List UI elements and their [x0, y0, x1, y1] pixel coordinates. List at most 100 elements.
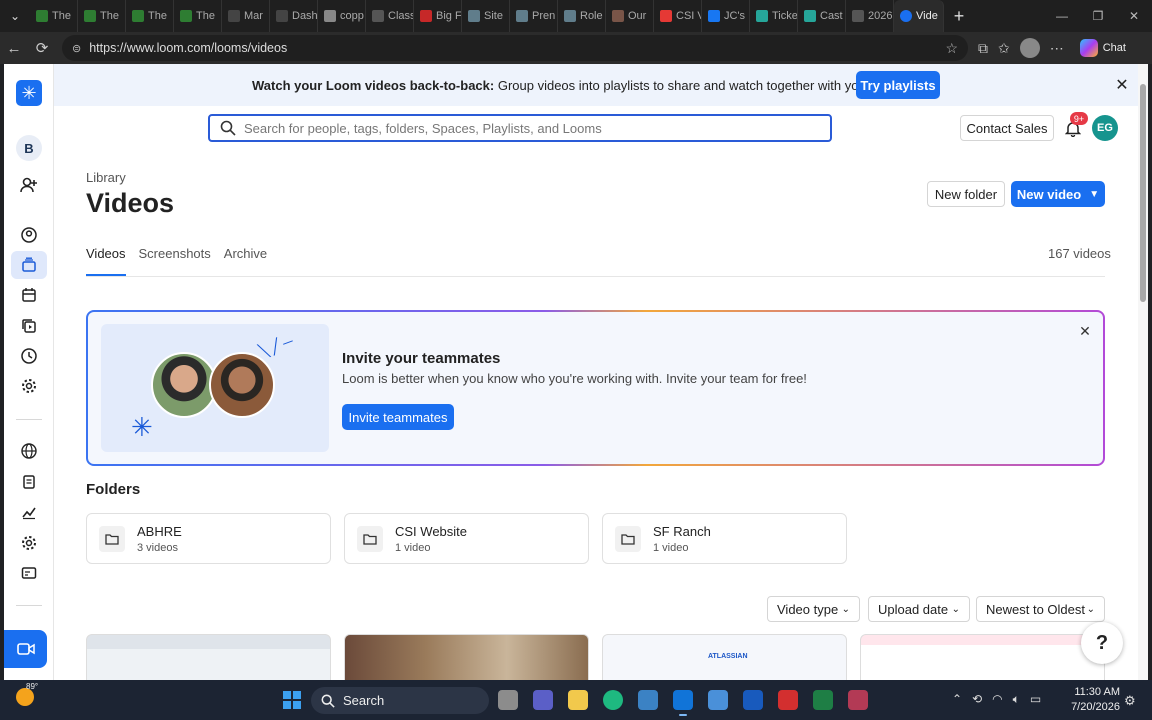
task-view-icon[interactable] [498, 690, 518, 710]
help-question-icon[interactable]: ? [1081, 622, 1123, 664]
sync-icon[interactable]: ⟲ [972, 692, 982, 707]
site-info-icon[interactable]: ⊜ [72, 42, 81, 55]
browser-tab[interactable]: JC's [702, 0, 750, 32]
teams-icon[interactable] [533, 690, 553, 710]
weather-widget[interactable]: 89° [16, 682, 38, 706]
notification-count-badge: 9+ [1070, 112, 1088, 125]
browser-tab[interactable]: The [174, 0, 222, 32]
billing-card-icon[interactable] [17, 562, 41, 584]
clock-icon[interactable] [17, 345, 41, 367]
tab-videos[interactable]: Videos [86, 244, 126, 276]
video-thumbnail[interactable] [344, 634, 589, 680]
video-thumbnail[interactable] [860, 634, 1105, 680]
excel-icon[interactable] [813, 690, 833, 710]
new-video-label: New video [1016, 186, 1082, 202]
documents-icon[interactable] [17, 471, 41, 493]
browser-tab[interactable]: The [78, 0, 126, 32]
taskbar-search[interactable]: Search [311, 687, 489, 714]
admin-settings-icon[interactable] [17, 532, 41, 554]
tab-archive[interactable]: Archive [224, 244, 267, 276]
copilot-chat-button[interactable]: Chat [1079, 39, 1126, 57]
browser-tab[interactable]: Mar [222, 0, 270, 32]
spaces-icon[interactable] [17, 315, 41, 337]
more-menu-icon[interactable]: ⋯ [1050, 40, 1064, 57]
tab-actions-chevron-icon[interactable]: ⌄ [0, 0, 30, 32]
system-clock[interactable]: 11:30 AM 7/20/2026 [1070, 685, 1120, 715]
file-explorer-icon[interactable] [568, 690, 588, 710]
settings-gear-icon[interactable] [17, 375, 41, 397]
library-icon[interactable] [11, 251, 47, 279]
contact-sales-button[interactable]: Contact Sales [960, 115, 1054, 141]
add-user-icon[interactable] [17, 174, 41, 196]
user-circle-icon[interactable] [17, 224, 41, 246]
user-avatar[interactable]: EG [1092, 115, 1118, 141]
new-tab-button[interactable]: + [944, 6, 974, 27]
browser-tab[interactable]: Pren [510, 0, 558, 32]
browser-tab[interactable]: 2026 [846, 0, 894, 32]
minimize-icon[interactable]: — [1044, 0, 1080, 32]
close-banner-icon[interactable]: ✕ [1112, 75, 1132, 95]
scrollbar-thumb[interactable] [1140, 84, 1146, 302]
video-thumbnail[interactable] [86, 634, 331, 680]
chevron-up-icon[interactable]: ⌃ [952, 692, 962, 707]
word-icon[interactable] [743, 690, 763, 710]
try-playlists-button[interactable]: Try playlists [856, 71, 940, 99]
search-bar[interactable] [208, 114, 832, 142]
outlook-icon[interactable] [673, 690, 693, 716]
video-type-filter[interactable]: Video type ⌄ [767, 596, 860, 622]
close-invite-card-icon[interactable]: ✕ [1076, 322, 1094, 340]
acrobat-icon[interactable] [778, 690, 798, 710]
browser-tab[interactable]: Site [462, 0, 510, 32]
url-field[interactable]: ⊜ https://www.loom.com/looms/videos ☆ [62, 35, 968, 61]
video-thumbnail[interactable]: ATLASSIAN [602, 634, 847, 680]
record-video-button[interactable] [4, 630, 47, 668]
close-window-icon[interactable]: ✕ [1116, 0, 1152, 32]
tab-screenshots[interactable]: Screenshots [139, 244, 211, 276]
page-scrollbar[interactable] [1138, 64, 1148, 680]
profile-avatar-icon[interactable] [1019, 38, 1040, 58]
back-arrow-icon[interactable]: ← [0, 34, 28, 62]
invite-teammates-button[interactable]: Invite teammates [342, 404, 454, 430]
calendar-icon[interactable] [17, 284, 41, 306]
folder-card[interactable]: ABHRE 3 videos [86, 513, 331, 564]
favorites-icon[interactable]: ✩ [998, 40, 1010, 57]
upload-date-filter[interactable]: Upload date ⌄ [868, 596, 970, 622]
browser-tab[interactable]: Dash [270, 0, 318, 32]
extensions-icon[interactable]: ⧉ [978, 40, 988, 57]
browser-tab[interactable]: Big F [414, 0, 462, 32]
browser-tab[interactable]: The [126, 0, 174, 32]
browser-tab[interactable]: Our [606, 0, 654, 32]
analytics-chart-icon[interactable] [17, 501, 41, 523]
store-icon[interactable] [638, 690, 658, 710]
favorite-star-icon[interactable]: ☆ [945, 40, 958, 57]
wifi-icon[interactable]: ◠ [992, 692, 1002, 707]
new-video-button[interactable]: New video ▼ [1011, 181, 1105, 207]
browser-tab[interactable]: Class [366, 0, 414, 32]
browser-tab[interactable]: Role [558, 0, 606, 32]
sort-order-select[interactable]: Newest to Oldest ⌄ [976, 596, 1105, 622]
search-input[interactable] [244, 120, 804, 136]
refresh-icon[interactable]: ⟳ [28, 34, 56, 62]
photos-icon[interactable] [708, 690, 728, 710]
browser-tab[interactable]: copp [318, 0, 366, 32]
tab-favicon-icon [276, 10, 288, 22]
edge-browser-icon[interactable] [603, 690, 623, 710]
volume-icon[interactable]: 🔈︎ [1013, 692, 1020, 707]
globe-icon[interactable] [17, 440, 41, 462]
browser-tab[interactable]: CSI V [654, 0, 702, 32]
browser-tab[interactable]: Cast [798, 0, 846, 32]
workspace-avatar[interactable]: B [16, 135, 42, 161]
loom-logo-icon[interactable]: ✳ [16, 80, 42, 106]
browser-tab[interactable]: Ticke [750, 0, 798, 32]
tab-active[interactable]: Vide ✕ [894, 0, 944, 32]
browser-tab[interactable]: The [30, 0, 78, 32]
snipping-tool-icon[interactable] [848, 690, 868, 710]
folder-card[interactable]: SF Ranch 1 video [602, 513, 847, 564]
battery-icon[interactable]: ▭ [1030, 692, 1041, 707]
clock-time: 11:30 AM [1074, 686, 1120, 698]
start-menu-icon[interactable] [283, 691, 301, 709]
new-folder-button[interactable]: New folder [927, 181, 1005, 207]
folder-card[interactable]: CSI Website 1 video [344, 513, 589, 564]
notification-center-icon[interactable]: ⚙ [1124, 693, 1136, 709]
restore-icon[interactable]: ❐ [1080, 0, 1116, 32]
